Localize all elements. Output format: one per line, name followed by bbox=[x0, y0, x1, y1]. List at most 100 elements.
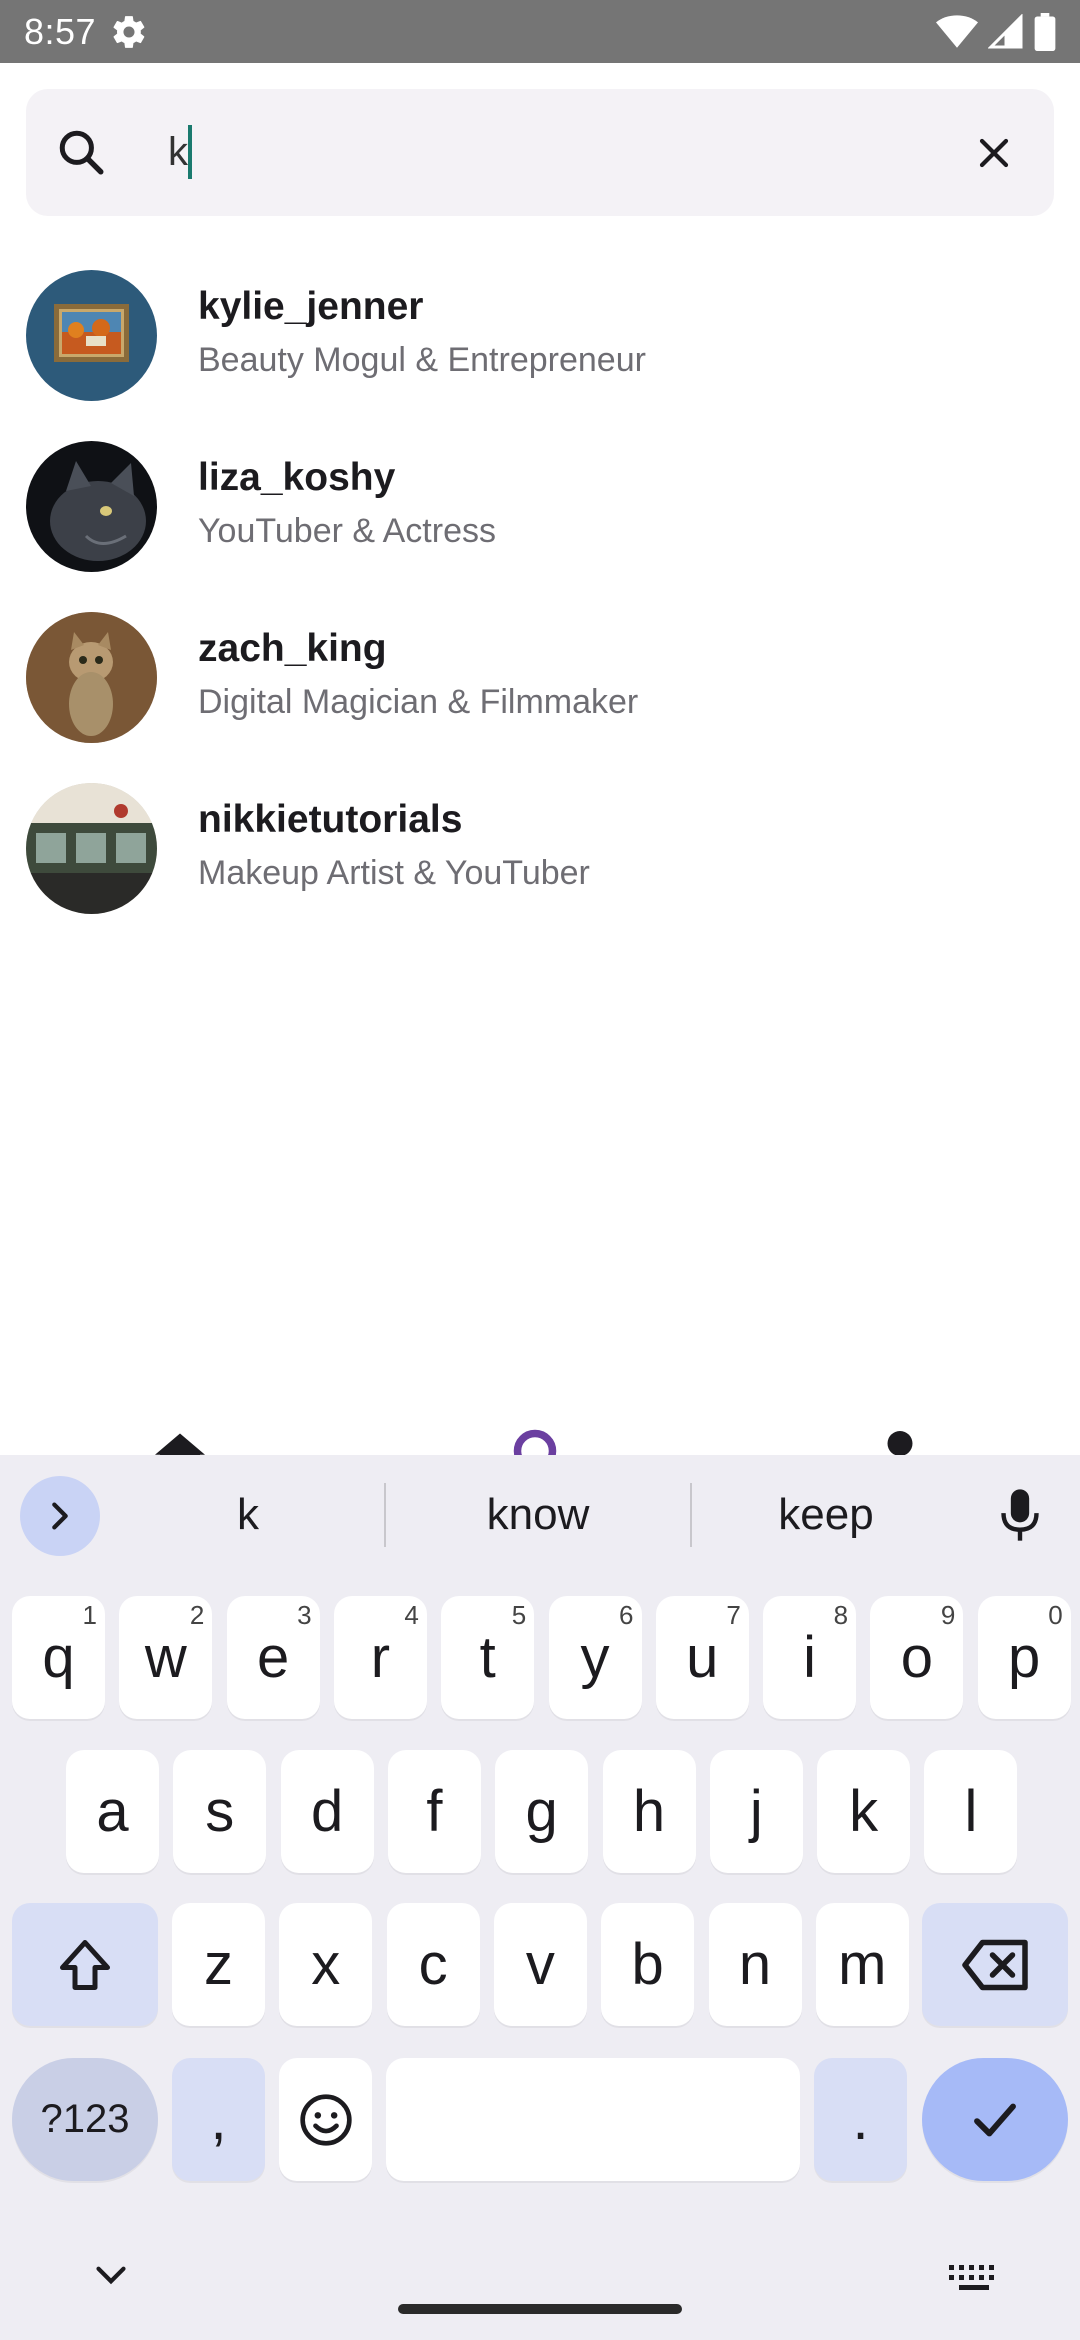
key-label: u bbox=[686, 1625, 719, 1690]
symbols-key[interactable]: ?123 bbox=[12, 2058, 158, 2181]
voice-input-button[interactable] bbox=[990, 1483, 1050, 1547]
app-content: k kylie_jenner Beauty Mogul & Entreprene… bbox=[0, 63, 1080, 1484]
key-x[interactable]: x bbox=[279, 1903, 373, 2026]
search-icon bbox=[59, 130, 104, 175]
soft-keyboard: k know keep ?123 , . q 1 w 2 e 3 r 4 t 5… bbox=[0, 1455, 1080, 2340]
result-item-liza-koshy[interactable]: liza_koshy YouTuber & Actress bbox=[0, 434, 1080, 605]
wifi-icon bbox=[936, 14, 978, 48]
space-key[interactable] bbox=[386, 2058, 800, 2181]
suggestion-3[interactable]: keep bbox=[706, 1483, 946, 1547]
search-results-list: kylie_jenner Beauty Mogul & Entrepreneur… bbox=[0, 263, 1080, 947]
key-v[interactable]: v bbox=[493, 1903, 587, 2026]
result-username: liza_koshy bbox=[198, 456, 396, 499]
signal-icon bbox=[988, 13, 1023, 48]
gear-icon bbox=[113, 15, 145, 48]
key-m[interactable]: m bbox=[815, 1903, 909, 2026]
result-description: Beauty Mogul & Entrepreneur bbox=[198, 341, 646, 379]
black-cat-avatar bbox=[26, 441, 157, 572]
result-item-zach-king[interactable]: zach_king Digital Magician & Filmmaker bbox=[0, 605, 1080, 776]
key-s[interactable]: s bbox=[173, 1750, 267, 1873]
key-hint: 0 bbox=[1048, 1600, 1063, 1630]
key-label: i bbox=[803, 1625, 817, 1690]
suggestion-divider bbox=[384, 1483, 386, 1547]
keyboard-nav-bar bbox=[0, 2230, 1080, 2340]
key-hint: 9 bbox=[940, 1600, 956, 1630]
emoji-key[interactable] bbox=[279, 2058, 372, 2181]
close-icon bbox=[979, 138, 1009, 168]
suggestion-1[interactable]: k bbox=[150, 1483, 346, 1547]
key-f[interactable]: f bbox=[387, 1750, 481, 1873]
key-e[interactable]: e3 bbox=[226, 1596, 320, 1719]
train-station-avatar bbox=[26, 783, 157, 914]
status-time: 8:57 bbox=[24, 10, 97, 52]
key-i[interactable]: i8 bbox=[763, 1596, 857, 1719]
key-q[interactable]: q1 bbox=[12, 1596, 105, 1719]
key-hint: 3 bbox=[297, 1600, 312, 1630]
suggestion-2[interactable]: know bbox=[400, 1483, 676, 1547]
key-hint: 2 bbox=[189, 1600, 205, 1630]
suggestion-divider bbox=[690, 1483, 692, 1547]
key-b[interactable]: b bbox=[601, 1903, 695, 2026]
period-key[interactable]: . bbox=[814, 2058, 907, 2181]
key-o[interactable]: o9 bbox=[870, 1596, 964, 1719]
enter-key[interactable] bbox=[922, 2058, 1068, 2181]
key-label: t bbox=[479, 1625, 496, 1690]
search-input[interactable]: k bbox=[168, 123, 188, 181]
key-z[interactable]: z bbox=[172, 1903, 265, 2026]
key-d[interactable]: d bbox=[280, 1750, 374, 1873]
status-bar: 8:57 bbox=[0, 0, 1080, 63]
key-l[interactable]: l bbox=[924, 1750, 1018, 1873]
key-label: y bbox=[580, 1625, 610, 1690]
key-w[interactable]: w2 bbox=[119, 1596, 213, 1719]
microphone-icon bbox=[1001, 1489, 1039, 1541]
key-hint: 6 bbox=[619, 1600, 634, 1630]
key-hint: 1 bbox=[82, 1600, 97, 1630]
key-u[interactable]: u7 bbox=[655, 1596, 749, 1719]
backspace-icon bbox=[962, 1939, 1028, 1990]
result-username: zach_king bbox=[198, 627, 387, 670]
result-description: Makeup Artist & YouTuber bbox=[198, 854, 590, 892]
key-g[interactable]: g bbox=[495, 1750, 589, 1873]
key-label: w bbox=[144, 1625, 187, 1690]
suggestion-bar: k know keep bbox=[0, 1455, 1080, 1575]
key-hint: 5 bbox=[511, 1600, 527, 1630]
key-label: q bbox=[42, 1625, 75, 1690]
key-t[interactable]: t5 bbox=[441, 1596, 535, 1719]
key-hint: 7 bbox=[726, 1600, 741, 1630]
standing-cat-avatar bbox=[26, 612, 157, 743]
keyboard-switch-icon[interactable] bbox=[944, 2250, 1004, 2300]
home-indicator[interactable] bbox=[398, 2304, 682, 2314]
key-j[interactable]: j bbox=[709, 1750, 803, 1873]
key-hint: 8 bbox=[833, 1600, 849, 1630]
clear-search-button[interactable] bbox=[964, 123, 1024, 183]
chevron-right-icon bbox=[52, 1502, 68, 1530]
result-item-kylie-jenner[interactable]: kylie_jenner Beauty Mogul & Entrepreneur bbox=[0, 263, 1080, 434]
comma-key[interactable]: , bbox=[172, 2058, 265, 2181]
text-cursor bbox=[188, 125, 192, 179]
result-username: nikkietutorials bbox=[198, 798, 463, 841]
key-r[interactable]: r4 bbox=[333, 1596, 427, 1719]
battery-icon bbox=[1034, 12, 1056, 51]
framed-painting-avatar bbox=[26, 270, 157, 401]
key-a[interactable]: a bbox=[66, 1750, 159, 1873]
key-y[interactable]: y6 bbox=[548, 1596, 642, 1719]
result-description: YouTuber & Actress bbox=[198, 512, 496, 550]
key-p[interactable]: p0 bbox=[977, 1596, 1071, 1719]
search-bar[interactable]: k bbox=[26, 89, 1054, 216]
result-item-nikkietutorials[interactable]: nikkietutorials Makeup Artist & YouTuber bbox=[0, 776, 1080, 947]
key-hint: 4 bbox=[404, 1600, 419, 1630]
key-label: e bbox=[256, 1625, 290, 1690]
expand-toolbar-button[interactable] bbox=[20, 1476, 100, 1556]
chevron-down-icon[interactable] bbox=[86, 2250, 136, 2300]
result-description: Digital Magician & Filmmaker bbox=[198, 683, 639, 721]
key-n[interactable]: n bbox=[708, 1903, 802, 2026]
result-username: kylie_jenner bbox=[198, 285, 424, 328]
backspace-key[interactable] bbox=[922, 1903, 1068, 2026]
key-label: o bbox=[900, 1625, 934, 1690]
emoji-icon bbox=[299, 2093, 352, 2146]
key-h[interactable]: h bbox=[602, 1750, 696, 1873]
key-c[interactable]: c bbox=[386, 1903, 480, 2026]
key-k[interactable]: k bbox=[817, 1750, 911, 1873]
shift-key[interactable] bbox=[12, 1903, 158, 2026]
shift-icon bbox=[60, 1939, 110, 1990]
